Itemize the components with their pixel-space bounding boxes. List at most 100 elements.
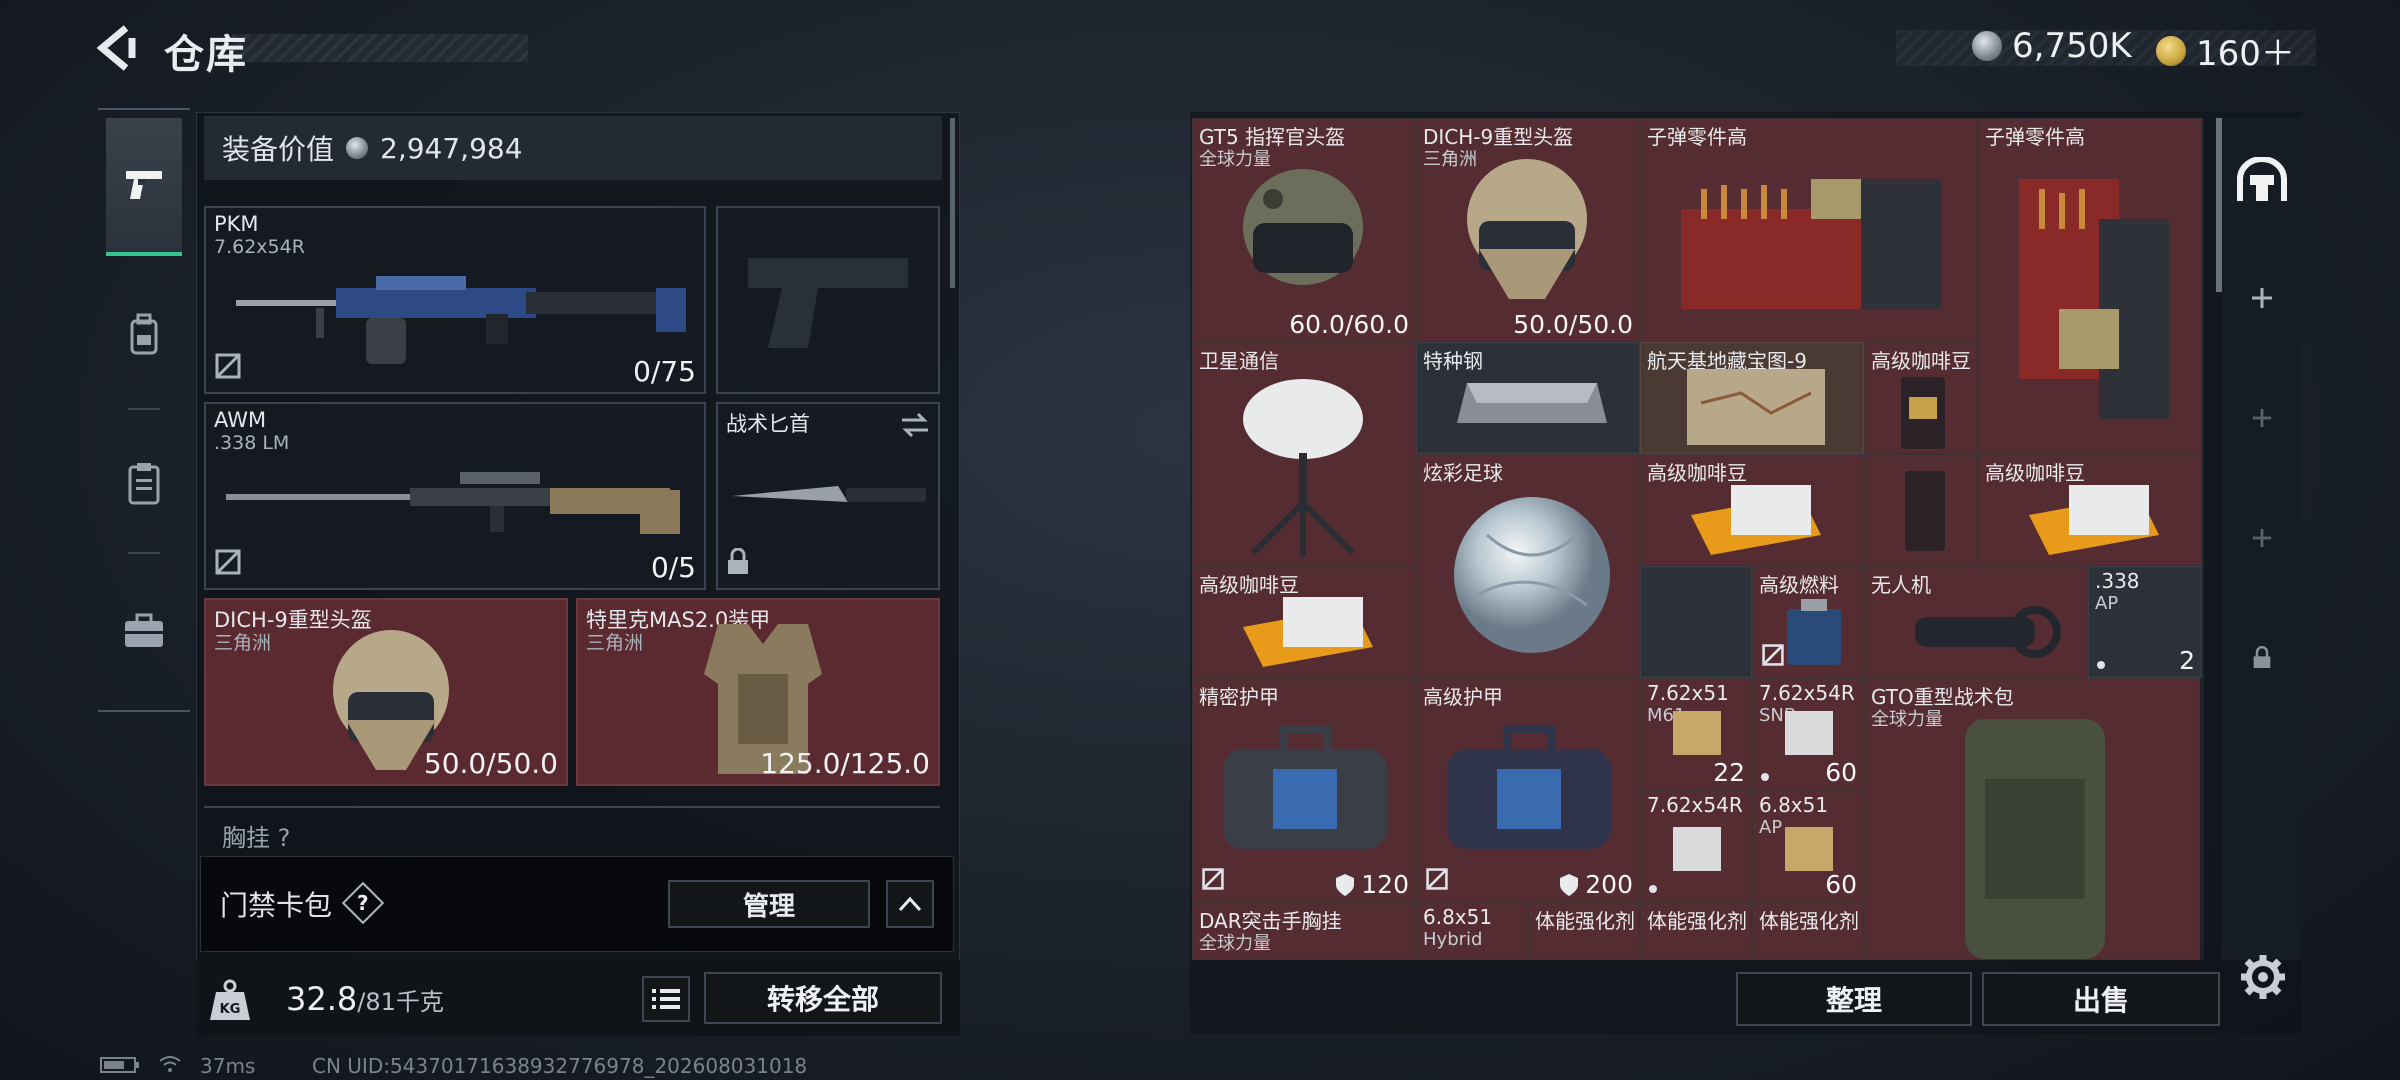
weapon-name: PKM <box>214 212 259 236</box>
storage-item[interactable]: 高级咖啡豆 <box>1192 566 1416 678</box>
gear-icon[interactable] <box>2240 954 2286 1004</box>
helmet-image <box>1243 169 1363 285</box>
coffee-bag-image <box>1243 597 1373 667</box>
pkm-rifle-image <box>236 276 686 364</box>
chest-rig-slot[interactable]: 胸挂 ? <box>204 806 940 852</box>
ammo-box-image <box>1673 711 1721 755</box>
kg-text: KG <box>220 1002 241 1017</box>
storage-item[interactable]: 体能强化剂 <box>1528 902 1640 960</box>
storage-item[interactable] <box>1864 454 1978 566</box>
shield-icon <box>1560 873 1579 896</box>
ammo-crate-image <box>2019 179 2169 419</box>
tab-inventory[interactable] <box>106 414 182 552</box>
storage-item[interactable]: 高级咖啡豆 <box>1978 454 2202 566</box>
item-name: 高级护甲 <box>1423 685 1503 709</box>
sell-button[interactable]: 出售 <box>1982 972 2220 1026</box>
item-sub: 全球力量 <box>1199 933 1271 954</box>
secondary-weapon-slot[interactable]: AWM .338 LM 0/5 <box>204 402 706 590</box>
storage-item[interactable]: 精密护甲 120 <box>1192 678 1416 902</box>
storage-item[interactable]: 卫星通信 <box>1192 342 1416 566</box>
primary-weapon-slot[interactable]: PKM 7.62x54R 0/75 <box>204 206 706 394</box>
status-dot <box>1761 773 1769 781</box>
knife-image <box>732 486 926 502</box>
melee-name: 战术匕首 <box>726 412 810 436</box>
storage-item[interactable]: 6.8x51 AP 60 <box>1752 790 1864 902</box>
storage-item[interactable]: 炫彩足球 <box>1416 454 1640 678</box>
helmet-slot[interactable]: DICH-9重型头盔 三角洲 50.0/50.0 <box>204 598 568 786</box>
keycard-label: 门禁卡包 <box>220 889 333 922</box>
storage-item[interactable]: 体能强化剂 <box>1640 902 1752 960</box>
list-icon[interactable] <box>642 976 690 1022</box>
item-sub: AP <box>2095 593 2119 614</box>
chevron-up-icon[interactable] <box>886 880 934 928</box>
uid-text: CN UID:543701716389327769​78_20260803101… <box>312 1054 808 1078</box>
equipment-value-header: 装备价值 2,947,984 <box>204 116 942 180</box>
backpack-image <box>1965 719 2105 959</box>
weapon-name: AWM <box>214 408 267 432</box>
item-name: 高级咖啡豆 <box>1871 349 1971 373</box>
storage-item[interactable]: 7.62x54R <box>1640 790 1752 902</box>
transfer-all-button[interactable]: 转移全部 <box>704 972 942 1024</box>
swap-icon[interactable] <box>900 412 930 442</box>
carry-weight: 32.8/81千克 <box>286 980 444 1018</box>
item-count: 60 <box>1825 758 1857 787</box>
soccer-ball-image <box>1454 497 1610 653</box>
armor-slot[interactable]: 特里克MAS2.0装甲 三角洲 125.0/125.0 <box>576 598 940 786</box>
tab-weapons[interactable] <box>106 118 182 256</box>
storage-item[interactable]: DICH-9重型头盔 三角洲 50.0/50.0 <box>1416 118 1640 342</box>
drone-image <box>1915 606 2061 658</box>
add-page-icon[interactable] <box>2232 388 2292 448</box>
item-name: 7.62x54R <box>1759 681 1855 705</box>
satellite-dish-image <box>1243 379 1363 557</box>
ammo-box-image <box>2123 607 2173 643</box>
add-page-icon[interactable] <box>2232 268 2292 328</box>
armor-number: 200 <box>1585 870 1633 899</box>
item-name: .338 <box>2095 569 2140 593</box>
sidearm-slot[interactable] <box>716 206 940 394</box>
storage-item[interactable]: 高级护甲 200 <box>1416 678 1640 902</box>
storage-item[interactable]: 6.8x51 Hybrid <box>1416 902 1528 960</box>
armor-value: 200 <box>1559 870 1633 899</box>
storage-item[interactable]: 特种钢 <box>1416 342 1640 454</box>
storage-item[interactable]: GTO重型战术包 全球力量 <box>1864 678 2200 960</box>
storage-item[interactable]: 高级燃料 <box>1752 566 1864 678</box>
tab-backpack[interactable] <box>106 266 182 404</box>
lock-icon[interactable] <box>2232 628 2292 688</box>
awm-rifle-image <box>226 472 680 534</box>
storage-empty-cell[interactable] <box>1640 566 1752 678</box>
armor-bag-image <box>1447 725 1611 849</box>
lock-icon <box>726 547 750 580</box>
storage-item[interactable]: DAR突击手胸挂 全球力量 <box>1192 902 1416 960</box>
backpack-icon <box>124 313 164 357</box>
loadout-scrollbar[interactable] <box>950 118 955 288</box>
storage-item[interactable]: 7.62x54R SNB 60 <box>1752 678 1864 790</box>
item-count: 2 <box>2179 646 2195 675</box>
storage-item[interactable]: 无人机 <box>1864 566 2088 678</box>
storage-home-icon[interactable] <box>2232 142 2292 218</box>
melee-slot[interactable]: 战术匕首 <box>716 402 940 590</box>
gold-currency[interactable]: 160＋ <box>2156 26 2295 75</box>
durability: 60.0/60.0 <box>1289 310 1409 339</box>
manage-button[interactable]: 管理 <box>668 880 870 928</box>
storage-item[interactable]: 高级咖啡豆 <box>1864 342 1978 454</box>
storage-item[interactable]: GT5 指挥官头盔 全球力量 60.0/60.0 <box>1192 118 1416 342</box>
tab-briefcase[interactable] <box>106 562 182 700</box>
item-sub: Hybrid <box>1423 929 1483 950</box>
add-page-icon[interactable] <box>2232 508 2292 568</box>
silver-currency[interactable]: 6,750K <box>1972 26 2132 66</box>
item-name: 精密护甲 <box>1199 685 1279 709</box>
storage-item[interactable]: 子弹零件高 <box>1978 118 2202 454</box>
weapon-caliber: .338 LM <box>214 432 290 454</box>
storage-item[interactable]: 子弹零件高 <box>1640 118 1978 342</box>
storage-item[interactable]: 体能强化剂 <box>1752 902 1864 960</box>
storage-item[interactable]: .338 AP 2 <box>2088 566 2202 678</box>
fuel-can-image <box>1787 599 1841 665</box>
shield-icon <box>1336 873 1355 896</box>
gold-coin-icon <box>2156 35 2186 66</box>
storage-item[interactable]: 航天基地藏宝图-9 <box>1640 342 1864 454</box>
storage-item[interactable]: 7.62x51 M61 22 <box>1640 678 1752 790</box>
storage-item[interactable]: 高级咖啡豆 <box>1640 454 1864 566</box>
item-name: 6.8x51 <box>1759 793 1829 817</box>
sort-button[interactable]: 整理 <box>1736 972 1972 1026</box>
back-arrow-icon[interactable] <box>96 24 142 72</box>
